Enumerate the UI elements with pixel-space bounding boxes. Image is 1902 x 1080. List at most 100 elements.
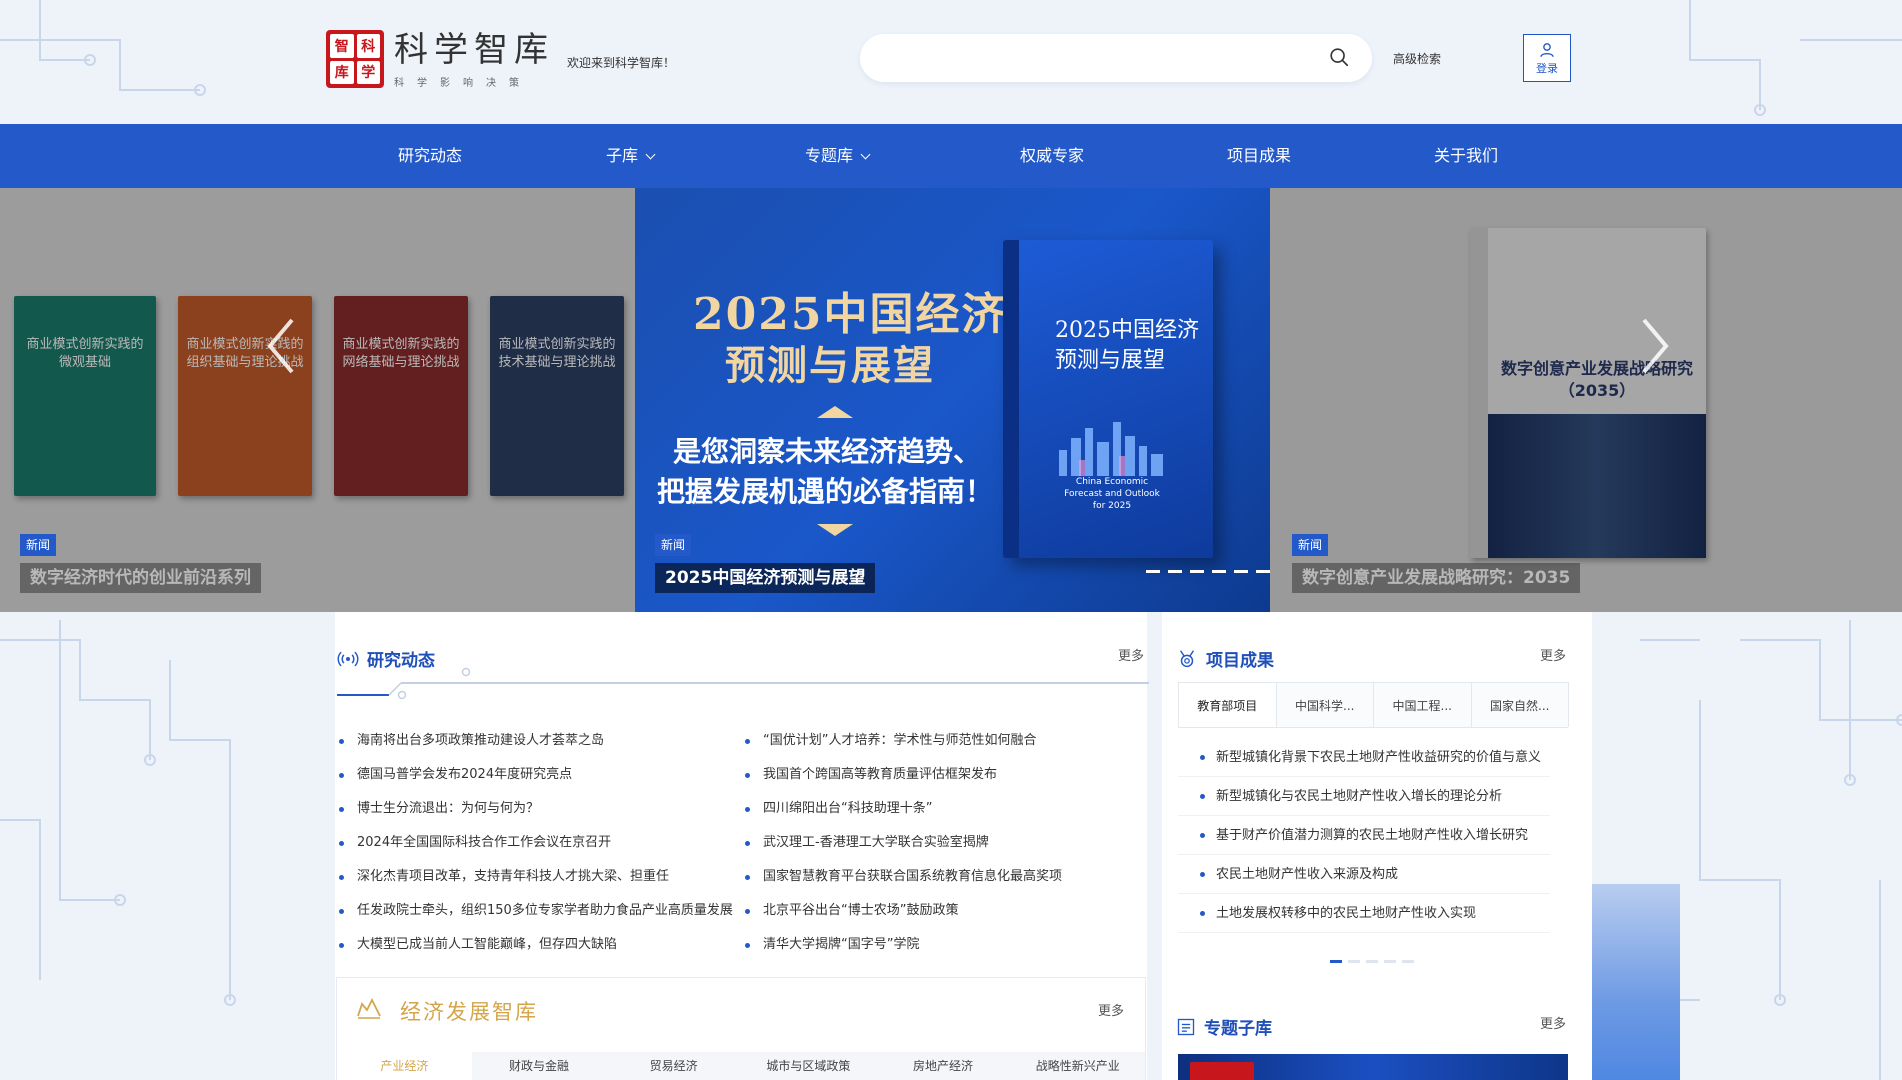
list-icon [1177, 1018, 1195, 1035]
carousel-dot[interactable] [1234, 570, 1248, 573]
featured-book-cover: 2025中国经济 预测与展望 China Economic Forecast a… [1003, 240, 1213, 558]
nav-research[interactable]: 研究动态 [398, 124, 462, 188]
pagination-dot[interactable] [1348, 960, 1360, 963]
seal-char: 科 [356, 34, 380, 58]
tab-trade[interactable]: 贸易经济 [606, 1052, 741, 1080]
pagination-dot[interactable] [1366, 960, 1378, 963]
topics-title: 专题子库 [1204, 1019, 1272, 1039]
pagination-dot[interactable] [1384, 960, 1396, 963]
tab-cae[interactable]: 中国工程... [1373, 682, 1472, 727]
tab-industry-econ[interactable]: 产业经济 [337, 1052, 472, 1080]
list-item[interactable]: 土地发展权转移中的农民土地财产性收入实现 [1178, 894, 1550, 933]
tab-emerging-industries[interactable]: 战略性新兴产业 [1010, 1052, 1145, 1080]
logo-title: 科学智库 [394, 30, 554, 70]
topics-header: 专题子库 [1176, 1014, 1272, 1039]
chart-trend-icon [357, 997, 381, 1019]
pagination-dot[interactable] [1402, 960, 1414, 963]
carousel-dot[interactable] [1146, 570, 1160, 573]
list-item[interactable]: 大模型已成当前人工智能巅峰，但存四大缺陷 [337, 928, 737, 962]
logo-subtitle: 科学影响决策 [394, 78, 532, 89]
list-item[interactable]: 清华大学揭牌“国字号”学院 [743, 928, 1143, 962]
book-subtitle-en: China Economic Forecast and Outlook for … [1064, 477, 1160, 511]
list-item[interactable]: 农民土地财产性收入来源及构成 [1178, 855, 1550, 894]
slide-caption[interactable]: 2025中国经济预测与展望 [655, 563, 876, 593]
carousel-dots [1146, 570, 1270, 573]
news-tag: 新闻 [20, 534, 57, 556]
research-news-list-right: “国优计划”人才培养：学术性与师范性如何融合 我国首个跨国高等教育质量评估框架发… [743, 724, 1143, 962]
projects-more-link[interactable]: 更多 [1540, 645, 1566, 664]
tab-cas[interactable]: 中国科学... [1275, 682, 1374, 727]
banner-slogan: 是您洞察未来经济趋势、 [673, 435, 982, 468]
nav-label: 子库 [606, 146, 639, 165]
login-label: 登录 [1536, 61, 1558, 75]
tab-urban-regional[interactable]: 城市与区域政策 [741, 1052, 876, 1080]
list-item[interactable]: 海南将出台多项政策推动建设人才荟萃之岛 [337, 724, 737, 758]
research-news-list-left: 海南将出台多项政策推动建设人才荟萃之岛 德国马普学会发布2024年度研究亮点 博… [337, 724, 737, 962]
chevron-down-icon [645, 149, 656, 160]
projects-header: 项目成果 [1176, 646, 1274, 671]
book-title: 预测与展望 [1055, 348, 1166, 373]
site-logo[interactable]: 智 科 库 学 科学智库 科学影响决策 [326, 30, 554, 89]
carousel-slide-active[interactable]: 2025中国经济 预测与展望 是您洞察未来经济趋势、 把握发展机遇的必备指南！ … [635, 188, 1270, 612]
carousel-next-arrow[interactable] [1640, 316, 1670, 376]
econ-tabs: 产业经济 财政与金融 贸易经济 城市与区域政策 房地产经济 战略性新兴产业 [337, 1052, 1145, 1080]
econ-title: 经济发展智库 [400, 1000, 538, 1024]
book-title: 2025中国经济 [1055, 318, 1199, 343]
carousel-dot[interactable] [1190, 570, 1204, 573]
research-more-link[interactable]: 更多 [1118, 645, 1144, 664]
list-item[interactable]: “国优计划”人才培养：学术性与师范性如何融合 [743, 724, 1143, 758]
econ-more-link[interactable]: 更多 [1098, 1000, 1124, 1019]
triangle-down-icon [817, 524, 853, 536]
logo-seal-icon: 智 科 库 学 [326, 30, 384, 88]
projects-pagination-dots [1330, 960, 1414, 963]
tab-real-estate[interactable]: 房地产经济 [876, 1052, 1011, 1080]
pagination-dot[interactable] [1330, 960, 1342, 963]
list-item[interactable]: 2024年全国国际科技合作工作会议在京召开 [337, 826, 737, 860]
nav-label: 权威专家 [1020, 146, 1085, 165]
list-item[interactable]: 博士生分流退出：为何与何为？ [337, 792, 737, 826]
user-icon [1540, 42, 1554, 57]
carousel-prev-arrow[interactable] [266, 316, 296, 376]
list-item[interactable]: 深化杰青项目改革，支持青年科技人才挑大梁、担重任 [337, 860, 737, 894]
nav-projects[interactable]: 项目成果 [1227, 124, 1291, 188]
main-nav: 研究动态 子库 专题库 权威专家 项目成果 关于我们 [0, 124, 1902, 188]
slide-caption[interactable]: 数字创意产业发展战略研究：2035 [1292, 563, 1581, 593]
login-button[interactable]: 登录 [1523, 34, 1571, 82]
news-tag: 新闻 [655, 534, 692, 556]
tab-nsfc[interactable]: 国家自然... [1470, 682, 1569, 727]
topic-banner-image[interactable] [1178, 1054, 1568, 1080]
list-item[interactable]: 任发政院士牵头，组织150多位专家学者助力食品产业高质量发展 [337, 894, 737, 928]
seal-char: 库 [330, 60, 354, 84]
list-item[interactable]: 新型城镇化与农民土地财产性收入增长的理论分析 [1178, 777, 1550, 816]
carousel-slide[interactable]: 商业模式创新实践的微观基础 商业模式创新实践的组织基础与理论挑战 商业模式创新实… [0, 188, 635, 612]
list-item[interactable]: 新型城镇化背景下农民土地财产性收益研究的价值与意义 [1178, 738, 1550, 777]
nav-label: 专题库 [805, 146, 854, 165]
search-box [860, 34, 1372, 82]
search-input[interactable] [882, 44, 1302, 72]
list-item[interactable]: 德国马普学会发布2024年度研究亮点 [337, 758, 737, 792]
nav-sublibrary[interactable]: 子库 [606, 124, 656, 188]
list-item[interactable]: 国家智慧教育平台获联合国系统教育信息化最高奖项 [743, 860, 1143, 894]
topics-more-link[interactable]: 更多 [1540, 1013, 1566, 1032]
tab-edu-ministry[interactable]: 教育部项目 [1178, 682, 1277, 727]
banner-slogan: 把握发展机遇的必备指南！ [657, 475, 994, 508]
carousel-dot[interactable] [1168, 570, 1182, 573]
search-icon[interactable] [1328, 46, 1350, 68]
list-item[interactable]: 四川绵阳出台“科技助理十条” [743, 792, 1143, 826]
list-item[interactable]: 北京平谷出台“博士农场”鼓励政策 [743, 894, 1143, 928]
slide-overlay [1270, 188, 1902, 612]
carousel-slide[interactable]: 数字创意产业发展战略研究（2035） 新闻 数字创意产业发展战略研究：2035 [1270, 188, 1902, 612]
carousel-dot[interactable] [1256, 570, 1270, 573]
slide-caption[interactable]: 数字经济时代的创业前沿系列 [20, 563, 261, 593]
list-item[interactable]: 武汉理工-香港理工大学联合实验室揭牌 [743, 826, 1143, 860]
nav-about[interactable]: 关于我们 [1434, 124, 1498, 188]
nav-experts[interactable]: 权威专家 [1020, 124, 1084, 188]
list-item[interactable]: 基于财产价值潜力测算的农民土地财产性收入增长研究 [1178, 816, 1550, 855]
nav-topics[interactable]: 专题库 [805, 124, 871, 188]
tab-finance[interactable]: 财政与金融 [472, 1052, 607, 1080]
list-item[interactable]: 我国首个跨国高等教育质量评估框架发布 [743, 758, 1143, 792]
triangle-up-icon [817, 406, 853, 418]
carousel-dot[interactable] [1212, 570, 1226, 573]
nav-label: 研究动态 [398, 146, 463, 165]
advanced-search-link[interactable]: 高级检索 [1393, 50, 1441, 67]
